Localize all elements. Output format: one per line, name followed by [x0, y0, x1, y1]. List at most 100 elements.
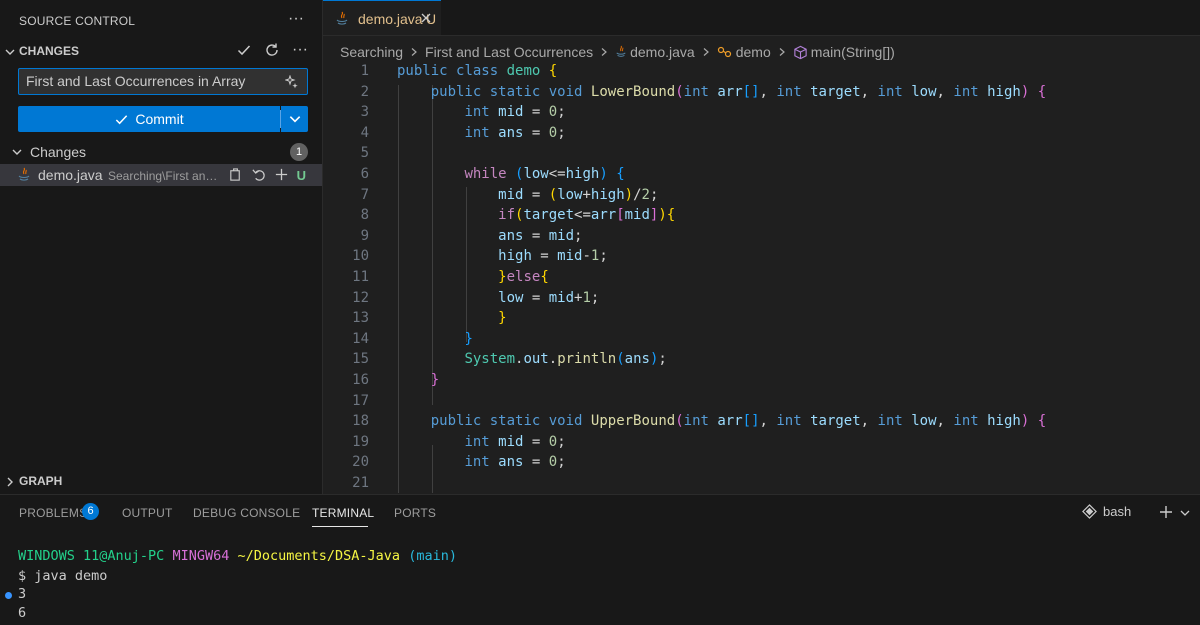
active-tab-indicator	[312, 526, 368, 527]
editor-tab-bar: demo.java U	[323, 0, 1200, 36]
line-number: 5	[360, 145, 369, 162]
source-control-sidebar: SOURCE CONTROL ··· CHANGES ··· Commit	[0, 0, 323, 494]
terminal-user: WINDOWS 11@Anuj-PC	[18, 548, 165, 564]
refresh-icon[interactable]	[264, 42, 280, 58]
line-number: 15	[352, 351, 369, 368]
class-icon	[717, 45, 733, 59]
tab-problems[interactable]: PROBLEMS	[19, 506, 87, 520]
tab-label: demo.java	[358, 11, 423, 27]
code-line[interactable]: 3 int mid = 0;	[323, 104, 1200, 125]
code-line[interactable]: 15 System.out.println(ans);	[323, 351, 1200, 372]
code-line[interactable]: 9 ans = mid;	[323, 228, 1200, 249]
chevron-right-icon	[409, 47, 419, 57]
line-number: 7	[360, 186, 369, 203]
code-line[interactable]: 2 public static void LowerBound(int arr[…	[323, 84, 1200, 105]
code-line[interactable]: 19 int mid = 0;	[323, 434, 1200, 455]
changes-group[interactable]: Changes 1	[0, 141, 322, 163]
code-line[interactable]: 17	[323, 393, 1200, 414]
file-status-badge: U	[296, 168, 306, 183]
code-text: }	[498, 310, 507, 327]
commit-message-box[interactable]	[18, 68, 308, 95]
commit-message-input[interactable]	[26, 73, 271, 89]
code-text: public static void LowerBound(int arr[],…	[430, 83, 1047, 100]
sparkle-icon[interactable]	[285, 75, 299, 89]
terminal-shell-selector[interactable]: bash	[1082, 504, 1131, 519]
tab-ports[interactable]: PORTS	[394, 506, 436, 520]
commit-dropdown-button[interactable]	[281, 106, 308, 132]
open-file-icon[interactable]	[228, 167, 243, 182]
line-number: 3	[360, 104, 369, 121]
code-line[interactable]: 1 public class demo {	[323, 63, 1200, 84]
line-number: 8	[360, 207, 369, 224]
breadcrumb-subfolder[interactable]: First and Last Occurrences	[425, 44, 593, 60]
chevron-right-icon	[599, 47, 609, 57]
breadcrumb-file[interactable]: demo.java	[630, 44, 695, 60]
more-actions-icon[interactable]: ···	[288, 10, 304, 28]
sidebar-title: SOURCE CONTROL	[19, 14, 136, 28]
graph-label: GRAPH	[19, 474, 63, 488]
tab-output[interactable]: OUTPUT	[122, 506, 173, 520]
code-text: }	[464, 330, 473, 347]
chevron-right-icon	[4, 476, 16, 488]
breadcrumb-folder[interactable]: Searching	[340, 44, 403, 60]
line-number: 19	[352, 433, 369, 450]
terminal-output-line: 6	[18, 605, 27, 621]
line-number: 4	[360, 124, 369, 141]
chevron-right-icon	[701, 47, 711, 57]
discard-changes-icon[interactable]	[251, 167, 266, 182]
code-text: }	[430, 372, 440, 388]
line-number: 6	[360, 166, 369, 182]
changes-label: Changes	[30, 144, 87, 160]
stage-changes-icon[interactable]	[274, 167, 289, 182]
code-text: public static void UpperBound(int arr[],…	[430, 413, 1047, 430]
check-icon[interactable]	[236, 42, 252, 58]
method-icon	[793, 45, 808, 60]
code-line[interactable]: 18 public static void UpperBound(int arr…	[323, 413, 1200, 434]
code-text: high = mid-1;	[498, 248, 608, 265]
code-line[interactable]: 14 }	[323, 331, 1200, 352]
line-number: 13	[352, 310, 369, 327]
code-text: if(target<=arr[mid]){	[498, 207, 676, 224]
line-number: 18	[352, 413, 369, 430]
section-label: CHANGES	[19, 44, 80, 58]
problems-count-badge: 6	[82, 503, 99, 520]
code-line[interactable]: 21	[323, 475, 1200, 496]
code-line[interactable]: 6 while (low<=high) {	[323, 166, 1200, 187]
changes-count-badge: 1	[290, 143, 308, 161]
graph-section-header[interactable]: GRAPH	[0, 472, 322, 492]
code-line[interactable]: 8 if(target<=arr[mid]){	[323, 207, 1200, 228]
code-line[interactable]: 7 mid = (low+high)/2;	[323, 187, 1200, 208]
add-terminal-icon[interactable]	[1158, 504, 1174, 520]
section-more-icon[interactable]: ···	[292, 42, 308, 58]
terminal-output-line: 3	[18, 586, 27, 602]
code-text: int mid = 0;	[464, 104, 566, 121]
code-editor[interactable]: 1 public class demo {2 public static void…	[323, 63, 1200, 493]
terminal-command: $ java demo	[18, 568, 108, 584]
close-icon[interactable]	[419, 11, 433, 25]
code-line[interactable]: 16 }	[323, 372, 1200, 393]
code-text: int ans = 0;	[464, 124, 566, 141]
code-line[interactable]: 10 high = mid-1;	[323, 248, 1200, 269]
changed-file-row[interactable]: demo.java Searching\First and Last Occur…	[0, 164, 322, 186]
breadcrumb-class[interactable]: demo	[736, 44, 771, 60]
breadcrumb-method[interactable]: main(String[])	[811, 44, 895, 60]
line-number: 14	[352, 330, 369, 347]
code-line[interactable]: 20 int ans = 0;	[323, 454, 1200, 475]
code-line[interactable]: 11 }else{	[323, 269, 1200, 290]
java-file-icon	[615, 45, 627, 59]
command-decoration-icon[interactable]	[5, 592, 12, 599]
changes-section-header[interactable]: CHANGES ···	[0, 42, 322, 62]
line-number: 20	[352, 454, 369, 471]
code-line[interactable]: 4 int ans = 0;	[323, 125, 1200, 146]
bottom-panel: PROBLEMS 6 OUTPUT DEBUG CONSOLE TERMINAL…	[0, 494, 1200, 625]
commit-button[interactable]: Commit	[18, 106, 280, 132]
code-line[interactable]: 5	[323, 145, 1200, 166]
tab-debug-console[interactable]: DEBUG CONSOLE	[193, 506, 300, 520]
code-line[interactable]: 13 }	[323, 310, 1200, 331]
terminal-icon	[1082, 504, 1097, 519]
code-line[interactable]: 12 low = mid+1;	[323, 290, 1200, 311]
line-number: 10	[352, 248, 369, 265]
chevron-down-icon[interactable]	[1179, 507, 1191, 519]
tab-terminal[interactable]: TERMINAL	[312, 506, 374, 520]
terminal-cwd: ~/Documents/DSA-Java	[237, 548, 401, 564]
